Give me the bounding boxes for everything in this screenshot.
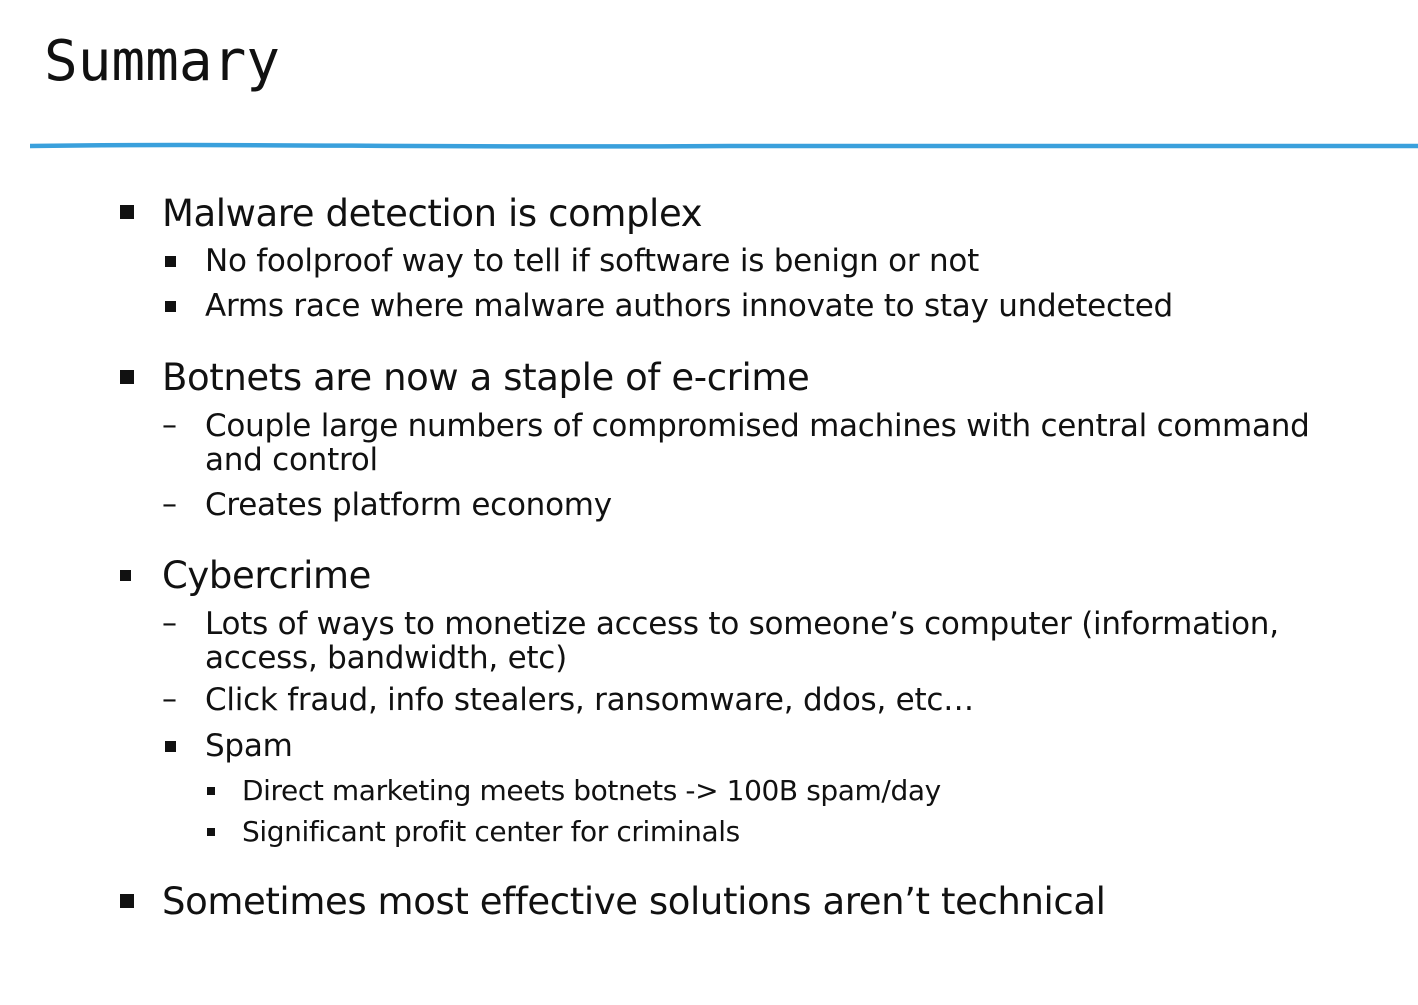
sub-item-click-fraud: Click fraud, info stealers, ransomware, …: [205, 682, 974, 718]
bullet-square-icon: [165, 256, 176, 267]
sub-item-monetize-line1: Lots of ways to monetize access to someo…: [205, 606, 1279, 642]
bullet-dash-icon: –: [162, 606, 177, 641]
slide-title: Summary: [44, 29, 281, 94]
sub-item-monetize-line2: access, bandwidth, etc): [205, 640, 567, 676]
sub-sub-item-direct-marketing: Direct marketing meets botnets -> 100B s…: [242, 774, 941, 807]
bullet-item-cybercrime: Cybercrime: [162, 554, 372, 597]
bullet-square-icon: [165, 301, 176, 312]
sub-item-spam: Spam: [205, 728, 293, 764]
bullet-square-icon: [120, 205, 134, 219]
sub-item-couple-machines-line2: and control: [205, 442, 378, 478]
sub-item-no-foolproof: No foolproof way to tell if software is …: [205, 243, 979, 279]
bullet-item-botnets: Botnets are now a staple of e-crime: [162, 356, 810, 399]
bullet-dash-icon: –: [162, 682, 177, 717]
bullet-item-malware-detection: Malware detection is complex: [162, 192, 703, 235]
bullet-square-icon: [120, 570, 131, 581]
bullet-square-icon: [207, 787, 215, 795]
bullet-dash-icon: –: [162, 408, 177, 443]
bullet-square-icon: [120, 894, 134, 908]
sub-sub-item-profit-center: Significant profit center for criminals: [242, 815, 740, 848]
sub-item-couple-machines-line1: Couple large numbers of compromised mach…: [205, 408, 1310, 444]
bullet-square-icon: [120, 370, 134, 384]
sub-item-arms-race: Arms race where malware authors innovate…: [205, 288, 1173, 324]
bullet-item-non-technical-solutions: Sometimes most effective solutions aren’…: [162, 880, 1106, 923]
sub-item-platform-economy: Creates platform economy: [205, 487, 612, 523]
bullet-dash-icon: –: [162, 487, 177, 522]
title-divider: [30, 142, 1418, 149]
bullet-square-icon: [165, 741, 176, 752]
bullet-square-icon: [207, 828, 215, 836]
